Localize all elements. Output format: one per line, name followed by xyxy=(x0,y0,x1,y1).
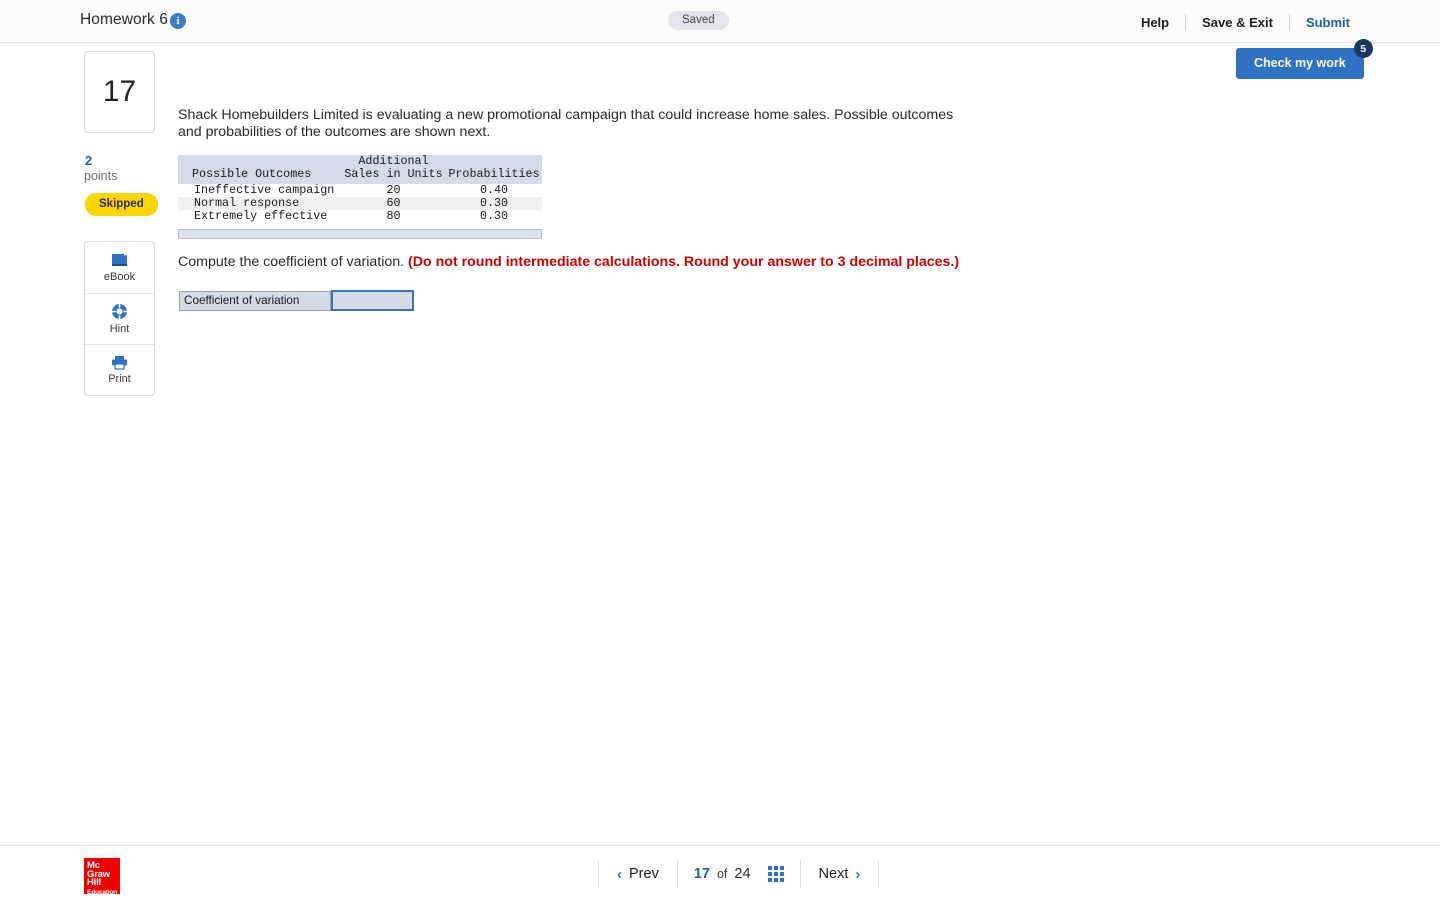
logo-line-4: Education xyxy=(87,888,118,896)
life-ring-icon xyxy=(111,303,128,320)
status-badge: Saved xyxy=(668,11,729,30)
divider xyxy=(878,860,880,888)
page-indicator: 17 of 24 xyxy=(678,866,800,882)
table-row: Ineffective campaign 20 0.40 xyxy=(178,184,542,197)
pagination-nav: ‹ Prev 17 of 24 Next › xyxy=(598,860,880,888)
print-button[interactable]: Print xyxy=(85,344,154,395)
logo-line-3: Hill xyxy=(87,877,101,889)
skipped-badge: Skipped xyxy=(85,193,158,216)
check-my-work-container: Check my work 5 xyxy=(1236,39,1373,79)
cell-outcome: Extremely effective xyxy=(194,209,328,224)
cell-outcome: Ineffective campaign xyxy=(194,183,335,198)
table-header-sales: Sales in Units xyxy=(341,168,446,184)
tool-panel: eBook Hint Print xyxy=(84,241,155,396)
cell-probability: 0.30 xyxy=(446,197,542,211)
table-header: Additional Possible Outcomes Sales in Un… xyxy=(178,155,542,184)
cell-sales: 80 xyxy=(386,209,401,224)
submit-link[interactable]: Submit xyxy=(1290,15,1350,30)
prompt-emphasis: (Do not round intermediate calculations.… xyxy=(408,254,960,270)
coefficient-of-variation-input[interactable] xyxy=(331,290,414,311)
check-my-work-button[interactable]: Check my work xyxy=(1236,48,1364,79)
print-label: Print xyxy=(108,373,131,385)
table-header-probabilities: Probabilities xyxy=(446,168,542,184)
points-label: points xyxy=(84,169,118,183)
answer-row: Coefficient of variation xyxy=(179,290,414,311)
chevron-left-icon: ‹ xyxy=(617,865,622,883)
ebook-label: eBook xyxy=(103,270,136,283)
next-label: Next xyxy=(818,866,849,882)
question-stem: Shack Homebuilders Limited is evaluating… xyxy=(178,107,954,140)
table-row: Normal response 60 0.30 xyxy=(178,197,542,211)
cell-probability: 0.30 xyxy=(479,209,509,224)
hint-button[interactable]: Hint xyxy=(85,293,154,344)
total-pages: 24 xyxy=(734,866,751,882)
cell-sales: 60 xyxy=(341,197,446,211)
current-page: 17 xyxy=(693,866,710,882)
grid-icon[interactable] xyxy=(767,866,784,882)
help-link[interactable]: Help xyxy=(1125,15,1185,30)
table-row: Extremely effective 80 0.30 xyxy=(178,210,542,223)
points-value: 2 xyxy=(85,153,93,168)
cell-probability: 0.40 xyxy=(479,183,509,198)
question-number-box: 17 xyxy=(84,51,155,133)
page-title: Homework 6 xyxy=(80,11,168,28)
prev-button[interactable]: ‹ Prev xyxy=(599,866,677,883)
save-exit-link[interactable]: Save & Exit xyxy=(1186,15,1289,30)
cell-sales: 20 xyxy=(386,183,401,198)
cell-outcome: Normal response xyxy=(178,197,341,211)
prev-label: Prev xyxy=(629,866,659,882)
app-header: Homework 6 i Saved Help Save & Exit Subm… xyxy=(0,0,1440,43)
question-prompt: Compute the coefficient of variation. (D… xyxy=(178,254,959,270)
book-icon xyxy=(111,253,128,268)
outcomes-table-container: Additional Possible Outcomes Sales in Un… xyxy=(178,155,542,239)
printer-icon xyxy=(111,355,128,370)
info-icon[interactable]: i xyxy=(170,13,186,29)
table-header-outcomes: Possible Outcomes xyxy=(178,168,341,184)
table-horizontal-scrollbar[interactable] xyxy=(178,228,542,239)
chevron-right-icon: › xyxy=(855,865,861,883)
answer-label: Coefficient of variation xyxy=(179,291,331,311)
next-button[interactable]: Next › xyxy=(801,866,879,883)
ebook-button[interactable]: eBook xyxy=(85,242,154,293)
table-body: Ineffective campaign 20 0.40 Normal resp… xyxy=(178,184,542,224)
app-footer: Mc Graw Hill Education ‹ Prev 17 of 24 N… xyxy=(0,845,1440,900)
prompt-text: Compute the coefficient of variation. xyxy=(178,254,409,270)
hint-label: Hint xyxy=(109,323,130,335)
outcomes-table: Additional Possible Outcomes Sales in Un… xyxy=(178,155,542,224)
mcgraw-hill-logo: Mc Graw Hill Education xyxy=(84,858,120,896)
check-my-work-badge: 5 xyxy=(1353,39,1373,58)
header-actions: Help Save & Exit Submit xyxy=(1125,12,1350,32)
of-label: of xyxy=(716,867,728,881)
